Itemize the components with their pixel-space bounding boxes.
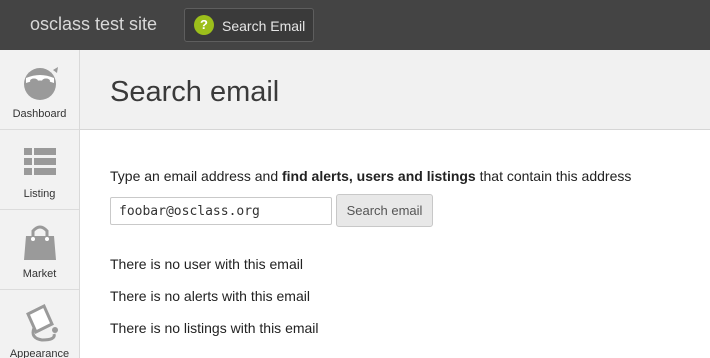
sidebar-item-label: Appearance (9, 348, 70, 358)
result-alerts: There is no alerts with this email (110, 288, 310, 304)
sidebar-item-label: Market (22, 268, 57, 280)
intro-prefix: Type an email address and (110, 168, 282, 184)
dashboard-icon (24, 67, 58, 100)
sidebar-item-appearance[interactable]: Appearance (0, 290, 79, 358)
intro-bold: find alerts, users and listings (282, 168, 476, 184)
top-bar: osclass test site ? Search Email (0, 0, 710, 50)
appearance-icon (26, 303, 58, 342)
sidebar: Dashboard Listing Market Appearance (0, 50, 80, 358)
result-users: There is no user with this email (110, 256, 303, 272)
listing-icon (24, 148, 56, 175)
search-email-button[interactable]: Search email (336, 194, 433, 227)
intro-suffix: that contain this address (475, 168, 632, 184)
sidebar-item-label: Listing (23, 188, 56, 200)
site-title-link[interactable]: osclass test site (30, 14, 157, 35)
main-content: Type an email address and find alerts, u… (80, 131, 710, 358)
email-search-input[interactable] (110, 197, 332, 225)
search-email-help-button[interactable]: ? Search Email (184, 8, 314, 42)
market-icon (24, 225, 56, 260)
help-button-label: Search Email (222, 18, 306, 34)
page-title: Search email (110, 76, 280, 108)
sidebar-item-market[interactable]: Market (0, 210, 79, 290)
question-icon: ? (194, 15, 214, 35)
sidebar-item-listing[interactable]: Listing (0, 130, 79, 210)
result-listings: There is no listings with this email (110, 320, 319, 336)
intro-text: Type an email address and find alerts, u… (110, 168, 631, 184)
sidebar-item-dashboard[interactable]: Dashboard (0, 50, 79, 130)
page-header: Search email (80, 50, 710, 130)
sidebar-item-label: Dashboard (12, 108, 67, 120)
